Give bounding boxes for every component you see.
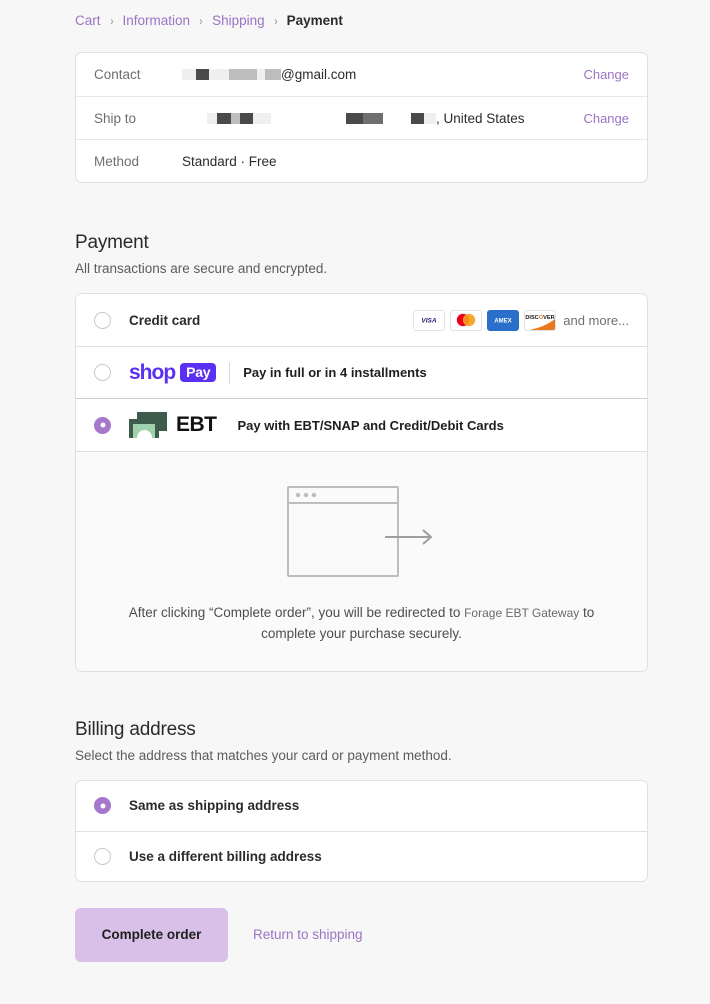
ebt-logo: EBT [129,412,217,438]
summary-value-method: Standard · Free [182,154,629,169]
shop-wordmark: shop [129,361,176,384]
redacted-block [363,112,383,124]
summary-label-contact: Contact [94,67,141,82]
billing-subtitle: Select the address that matches your car… [75,747,452,763]
radio-credit-card[interactable] [94,311,111,329]
redacted-block [253,112,271,124]
shop-pay-logo: shop Pay [129,361,217,384]
summary-value-shipto: , United States [182,111,583,126]
shop-pay-description: Pay in full or in 4 installments [243,365,427,380]
breadcrumb: Cart › Information › Shipping › Payment [0,0,710,28]
gateway-name: Forage EBT Gateway [464,606,580,620]
change-contact-link[interactable]: Change [583,67,629,82]
summary-row-contact: Contact @gmail.com Change [76,53,647,96]
redacted-block [411,112,424,124]
summary-row-method: Method Standard · Free [76,139,647,182]
redacted-block [231,112,240,124]
billing-title: Billing address [75,718,196,740]
billing-option-same-as-shipping[interactable]: Same as shipping address [76,780,647,831]
redirect-illustration [286,482,437,577]
payment-subtitle: All transactions are secure and encrypte… [75,261,328,276]
redacted-block [346,112,363,124]
billing-address-card: Same as shipping address Use a different… [75,779,648,882]
billing-option-label-same: Same as shipping address [129,798,300,814]
redacted-block [209,69,229,80]
ebt-redirect-panel: After clicking “Complete order”, you wil… [76,451,647,671]
radio-same-as-shipping[interactable] [94,797,111,815]
shipping-method-text: Standard · Free [182,153,277,169]
summary-country: , United States [436,110,525,126]
complete-order-button[interactable]: Complete order [75,907,228,962]
ebt-card-icon [129,412,167,438]
redirect-note: After clicking “Complete order”, you wil… [112,603,612,645]
payment-option-credit-card[interactable]: Credit card VISA AMEX DISCOVER and more.… [76,294,647,346]
redacted-block [217,112,231,124]
summary-label-shipto: Ship to [94,110,137,126]
breadcrumb-item-payment: Payment [286,13,343,28]
svg-text:VISA: VISA [422,318,437,325]
payment-section-header: Payment All transactions are secure and … [75,232,648,276]
billing-option-different-address[interactable]: Use a different billing address [76,830,647,881]
order-summary-card: Contact @gmail.com Change Ship to , Unit… [75,52,648,183]
radio-different-address[interactable] [94,847,111,865]
payment-methods-card: Credit card VISA AMEX DISCOVER and more.… [75,293,648,672]
chevron-right-icon: › [109,13,114,28]
redacted-block [207,112,217,124]
redacted-block [240,112,253,124]
return-to-shipping-link[interactable]: Return to shipping [253,927,363,942]
breadcrumb-item-shipping[interactable]: Shipping [212,13,265,28]
ebt-wordmark: EBT [176,413,217,436]
payment-option-label-credit-card: Credit card [129,312,201,328]
card-brand-logos: VISA AMEX DISCOVER [413,309,557,331]
pay-badge: Pay [180,363,217,382]
summary-row-shipto: Ship to , United States Change [76,96,647,139]
breadcrumb-item-information[interactable]: Information [123,13,191,28]
breadcrumb-item-cart[interactable]: Cart [75,13,101,28]
chevron-right-icon: › [199,13,203,28]
checkout-page: Cart › Information › Shipping › Payment … [0,0,710,1004]
radio-shop-pay[interactable] [94,364,111,381]
redirect-text-before: After clicking “Complete order”, you wil… [128,605,465,620]
summary-email-domain: @gmail.com [281,67,357,82]
checkout-actions: Complete order Return to shipping [75,907,648,962]
mastercard-icon [450,309,483,331]
redacted-block [196,69,209,80]
redacted-block [229,69,257,80]
ebt-description: Pay with EBT/SNAP and Credit/Debit Cards [237,417,504,433]
redacted-block [257,69,265,80]
and-more-label: and more... [563,312,629,328]
payment-option-shop-pay[interactable]: shop Pay Pay in full or in 4 installment… [76,346,647,398]
svg-text:DISCOVER: DISCOVER [526,315,555,321]
billing-section-header: Billing address Select the address that … [75,719,648,763]
discover-icon: DISCOVER [524,309,557,331]
payment-title: Payment [75,232,149,253]
billing-option-label-different: Use a different billing address [129,848,322,864]
payment-option-ebt[interactable]: EBT Pay with EBT/SNAP and Credit/Debit C… [76,398,647,451]
chevron-right-icon: › [274,13,278,28]
redacted-block [265,69,281,80]
divider [229,361,231,384]
svg-text:AMEX: AMEX [495,319,512,325]
amex-icon: AMEX [487,309,520,331]
visa-icon: VISA [413,309,446,331]
redacted-block [182,69,196,80]
summary-label-method: Method [94,153,140,169]
radio-ebt[interactable] [94,416,111,434]
redacted-block [424,112,436,124]
change-shipto-link[interactable]: Change [583,111,629,126]
summary-value-contact: @gmail.com [182,67,583,82]
